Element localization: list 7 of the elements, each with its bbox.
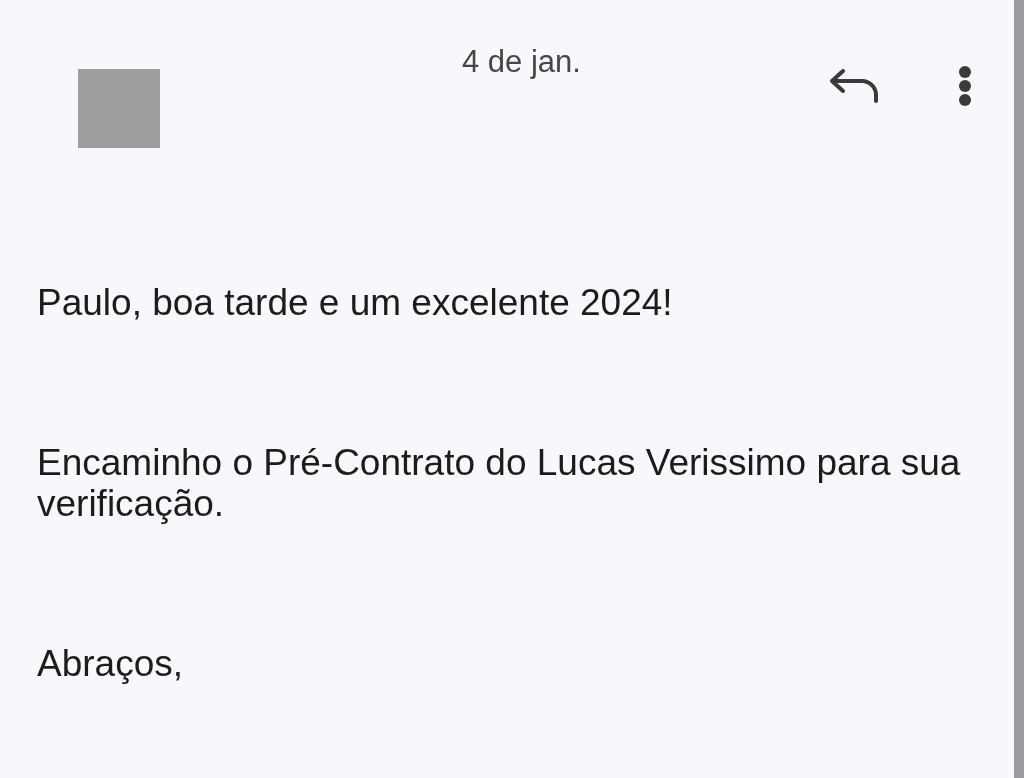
message-date: 4 de jan.	[462, 44, 581, 80]
reply-icon	[830, 69, 878, 103]
scrollbar[interactable]	[1014, 0, 1024, 778]
more-vertical-icon	[958, 65, 972, 107]
message-paragraph: Abraços,	[37, 643, 184, 684]
message-paragraph: Paulo, boa tarde e um excelente 2024!	[37, 282, 674, 323]
message-paragraph: Encaminho o Pré-Contrato do Lucas Verissimo para sua verificação.	[37, 442, 962, 524]
